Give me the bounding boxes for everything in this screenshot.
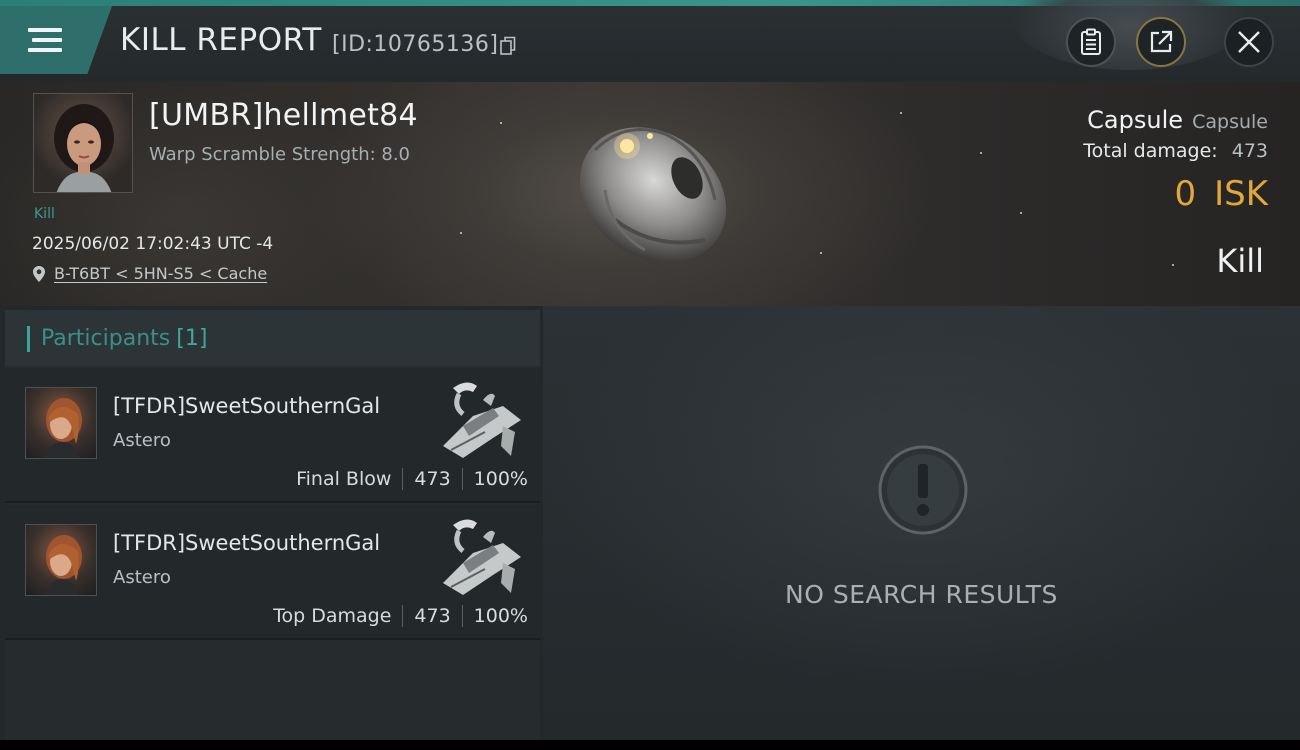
total-damage-value: 473 [1231,140,1268,162]
share-button[interactable] [1136,17,1186,67]
participant-damage: 473 [414,605,451,627]
total-damage-label: Total damage: [1083,140,1218,162]
kill-tag: Kill [34,206,55,222]
participant-label: Final Blow [296,468,392,490]
participant-ship: Astero [113,567,171,588]
participants-header: Participants [1] [5,310,540,366]
header-accent [27,326,30,352]
planet-decoration [1010,0,1250,70]
page-title: KILL REPORT [120,22,322,58]
location-row[interactable]: B-T6BT < 5HN-S5 < Cache [32,264,267,283]
participant-stats: Final Blow 473 100% [296,468,528,490]
clipboard-icon [1081,28,1101,55]
search-results-panel: NO SEARCH RESULTS [543,306,1300,740]
close-icon [1238,31,1260,53]
report-id: [ID:10765136] [332,32,499,57]
kill-report-window: KILL REPORT [ID:10765136] [UMBR]hellmet8… [0,0,1300,740]
participant-name[interactable]: [TFDR]SweetSouthernGal [113,394,380,418]
no-results-message: NO SEARCH RESULTS [785,580,1058,609]
participant-avatar[interactable] [25,387,97,459]
kill-status: Kill [1216,242,1264,280]
isk-unit: ISK [1214,174,1268,214]
victim-summary: [UMBR]hellmet84 Warp Scramble Strength: … [0,82,1300,306]
participant-ship-image [443,382,521,458]
isk-value: 0 ISK [1174,174,1268,214]
participant-ship: Astero [113,430,171,451]
participants-panel: Participants [1] [TFDR]SweetSouthernGal A… [5,310,540,740]
participant-name[interactable]: [TFDR]SweetSouthernGal [113,531,380,555]
menu-icon [28,28,62,58]
participant-damage: 473 [414,468,451,490]
close-button[interactable] [1224,17,1274,67]
participant-row[interactable]: [TFDR]SweetSouthernGal Astero Top Damage… [5,505,540,640]
location-pin-icon [33,265,45,282]
participant-row[interactable]: [TFDR]SweetSouthernGal Astero Final Blow… [5,368,540,503]
isk-amount: 0 [1174,174,1197,214]
participant-percent: 100% [473,468,528,490]
location-link[interactable]: B-T6BT < 5HN-S5 < Cache [54,264,267,283]
copy-icon[interactable] [500,36,516,56]
exclamation-circle-icon [878,445,968,535]
share-icon [1150,30,1173,53]
header-bar: KILL REPORT [ID:10765136] [0,0,1300,82]
participant-label: Top Damage [273,605,392,627]
participant-ship-image [443,519,521,595]
total-damage: Total damage: 473 [1083,140,1268,162]
participant-percent: 100% [473,605,528,627]
warp-scramble-strength: Warp Scramble Strength: 8.0 [149,144,411,165]
participant-stats: Top Damage 473 100% [273,605,528,627]
ship-class: Capsule [1192,111,1268,133]
clipboard-button[interactable] [1066,17,1116,67]
victim-avatar[interactable] [33,93,133,193]
victim-name[interactable]: [UMBR]hellmet84 [149,98,418,133]
menu-button[interactable] [0,6,112,74]
victim-ship-image [579,127,727,263]
participants-title: Participants [1] [41,326,208,351]
ship-name[interactable]: Capsule [1087,106,1183,134]
participants-count: [1] [176,326,208,351]
ship-type: Capsule Capsule [1087,106,1268,134]
kill-datetime: 2025/06/02 17:02:43 UTC -4 [32,234,274,254]
participant-avatar[interactable] [25,524,97,596]
